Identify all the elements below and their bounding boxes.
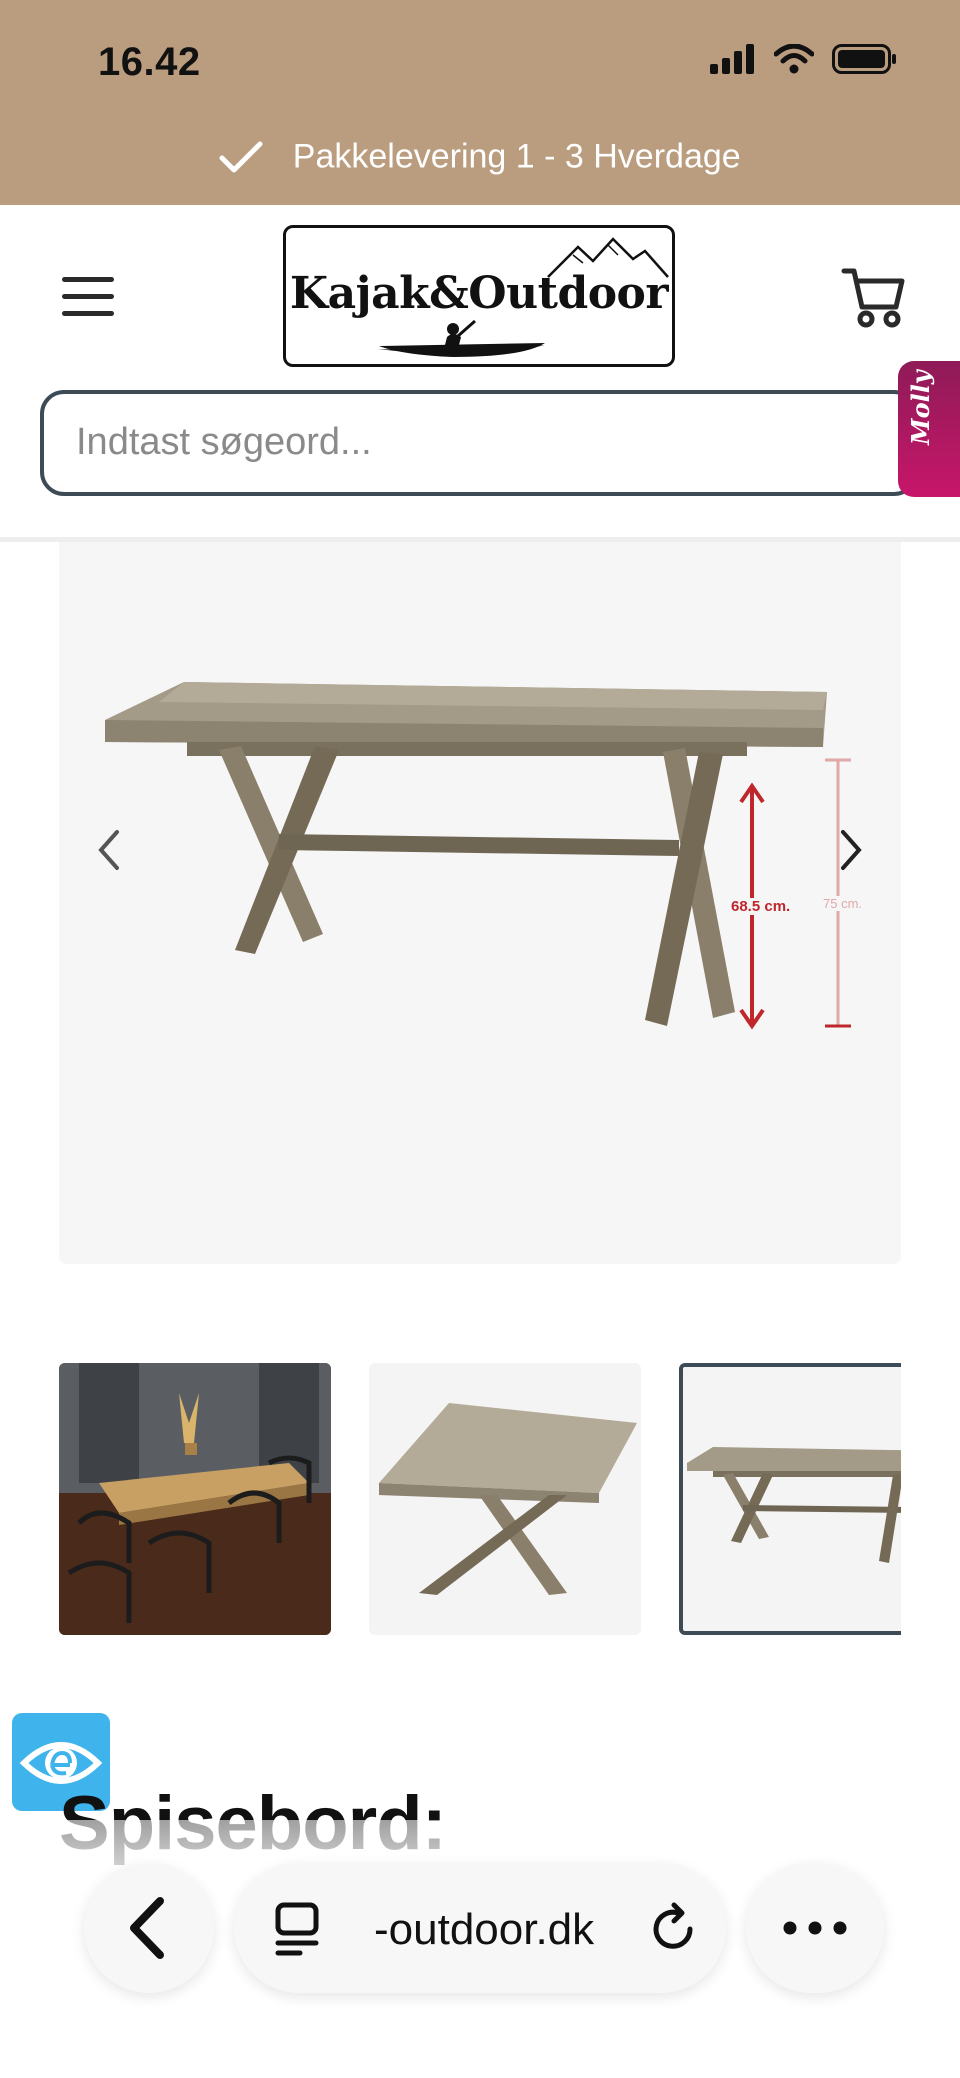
browser-url-text: -outdoor.dk <box>374 1905 595 1954</box>
menu-icon-line <box>62 294 114 299</box>
dimension-label-2: 75 cm. <box>821 896 865 911</box>
thumbnail-strip[interactable] <box>59 1363 901 1635</box>
tabs-icon <box>275 1902 319 1956</box>
menu-icon-line <box>62 277 114 282</box>
gallery-prev-button[interactable] <box>89 820 129 880</box>
reload-icon <box>653 1902 693 1949</box>
announcement-text: Pakkelevering 1 - 3 Hverdage <box>292 137 741 176</box>
cart-button[interactable] <box>840 263 906 329</box>
shipping-announcement: Pakkelevering 1 - 3 Hverdage <box>0 136 960 177</box>
search-input[interactable] <box>74 420 858 465</box>
top-announcement-bar: 16.42 Pakkelevering 1 - 3 Hverdage <box>0 0 960 205</box>
molly-label: Molly <box>906 370 935 445</box>
thumbnail-2[interactable] <box>369 1363 641 1635</box>
site-logo[interactable]: Kajak&Outdoor <box>283 225 675 367</box>
product-image-gallery[interactable]: 68.5 cm. 75 cm. <box>59 542 901 1264</box>
dimension-label-1: 68.5 cm. <box>729 898 793 915</box>
chevron-left-icon <box>98 830 119 870</box>
site-header: Kajak&Outdoor Molly <box>0 205 960 540</box>
thumbnail-image-table-top-view <box>379 1403 637 1595</box>
wifi-icon <box>774 44 814 74</box>
chevron-right-icon <box>841 830 862 870</box>
check-icon <box>219 141 263 173</box>
cart-icon <box>841 268 905 328</box>
browser-address-bar[interactable]: -outdoor.dk <box>234 1863 726 1993</box>
thumbnail-3[interactable] <box>679 1363 901 1635</box>
molly-chat-widget[interactable]: Molly <box>898 361 960 497</box>
status-time: 16.42 <box>98 40 201 84</box>
status-icons <box>710 44 898 74</box>
battery-icon <box>832 44 896 74</box>
gallery-next-button[interactable] <box>831 820 871 880</box>
signal-icon <box>710 44 754 74</box>
browser-back-button[interactable] <box>84 1863 214 1993</box>
back-icon <box>130 1897 164 1959</box>
search-field[interactable] <box>40 390 918 496</box>
menu-icon-line <box>62 311 114 316</box>
browser-more-button[interactable] <box>746 1863 884 1993</box>
logo-text: Kajak&Outdoor <box>289 268 669 319</box>
thumbnail-1[interactable] <box>59 1363 331 1635</box>
menu-button[interactable] <box>62 277 114 319</box>
thumbnail-image-table-dimensions <box>687 1447 901 1563</box>
more-icon <box>783 1921 847 1935</box>
thumbnail-image-dining-room <box>59 1363 331 1635</box>
